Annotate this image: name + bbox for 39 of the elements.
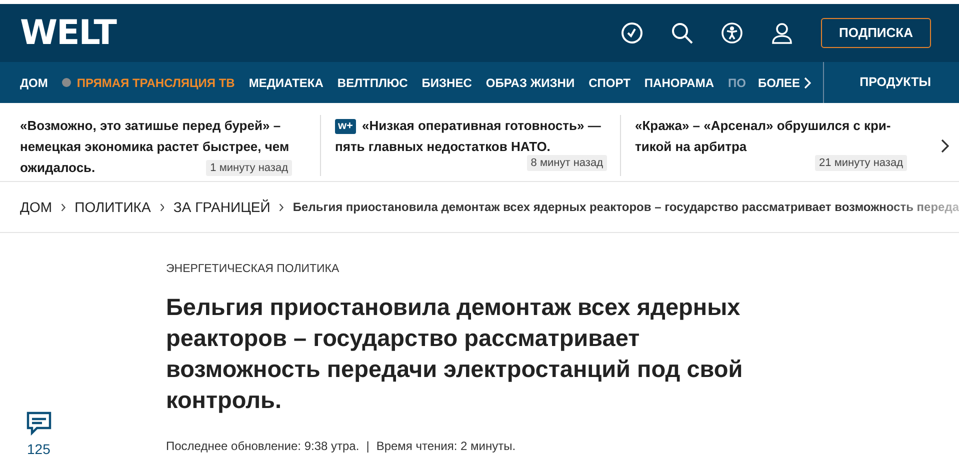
- more-button[interactable]: БОЛЕЕ: [758, 74, 812, 92]
- nav-link[interactable]: ДОМ: [20, 74, 48, 92]
- accessibility-icon[interactable]: [721, 22, 744, 44]
- nav-link[interactable]: МЕДИАТЕКА: [248, 74, 324, 92]
- search-icon[interactable]: [671, 22, 694, 44]
- chevron-right-icon: [804, 76, 812, 88]
- premium-badge: w+: [335, 119, 356, 134]
- chevron-right-icon: [61, 202, 66, 212]
- kicker: ЭНЕРГЕТИЧЕСКАЯ ПОЛИТИКА: [166, 262, 340, 277]
- comment-count[interactable]: 125: [27, 439, 50, 460]
- nav-link[interactable]: ОБРАЗ ЖИЗНИ: [486, 74, 575, 92]
- user-icon[interactable]: [771, 22, 794, 44]
- chevron-right-icon: [279, 202, 284, 212]
- teaser-link[interactable]: «Кража» – «Арсенал» обрушился с кри-тикой на арбитра 21 минуту назад: [635, 115, 907, 171]
- timestamp: 1 минуту назад: [206, 160, 292, 176]
- chevron-right-icon: [160, 202, 164, 212]
- timestamp: 21 минуту назад: [815, 155, 907, 171]
- separator: |: [366, 438, 370, 456]
- breadcrumb-link[interactable]: ЗА ГРАНИЦЕЙ: [173, 196, 270, 218]
- breadcrumb-link[interactable]: ПОЛИТИКА: [74, 196, 151, 218]
- logo[interactable]: WELT: [20, 16, 116, 50]
- products-link[interactable]: ПРОДУКТЫ: [860, 73, 931, 92]
- teaser-link[interactable]: w+ «Низкая оперативная готовность» — пять главных недостатков НАТО. 8 минут назад: [335, 115, 607, 171]
- last-updated: Последнее обновление: 9:38 утра.: [166, 438, 360, 456]
- nav-link[interactable]: СПОРТ: [588, 74, 630, 92]
- timestamp: 8 минут назад: [526, 155, 607, 171]
- nav-link[interactable]: ПО: [728, 74, 746, 92]
- nav-link[interactable]: БИЗНЕС: [422, 74, 472, 92]
- clock-icon[interactable]: [621, 22, 644, 44]
- nav-link[interactable]: ПАНОРАМА: [644, 74, 714, 92]
- headline: Бельгия приостановила демонтаж всех ядерных реакторов – государство рассматривает возможность передачи электростанций под свой контроль.: [166, 293, 744, 416]
- nav-link[interactable]: ПРЯМАЯ ТРАНСЛЯЦИЯ ТВ: [62, 74, 235, 92]
- comment-icon[interactable]: [26, 411, 52, 436]
- subscribe-button[interactable]: ПОДПИСКА: [821, 18, 931, 48]
- teaser-link[interactable]: «Возможно, это затишье перед бурей» – немецкая экономика растет быстрее, чем ожидалось. 1 минуту назад: [20, 115, 292, 176]
- reading-time: Время чтения: 2 минуты.: [376, 438, 516, 456]
- breadcrumb-link[interactable]: ДОМ: [20, 196, 52, 218]
- chevron-right-icon[interactable]: [941, 139, 949, 153]
- nav-link[interactable]: ВЕЛТПЛЮС: [337, 74, 408, 92]
